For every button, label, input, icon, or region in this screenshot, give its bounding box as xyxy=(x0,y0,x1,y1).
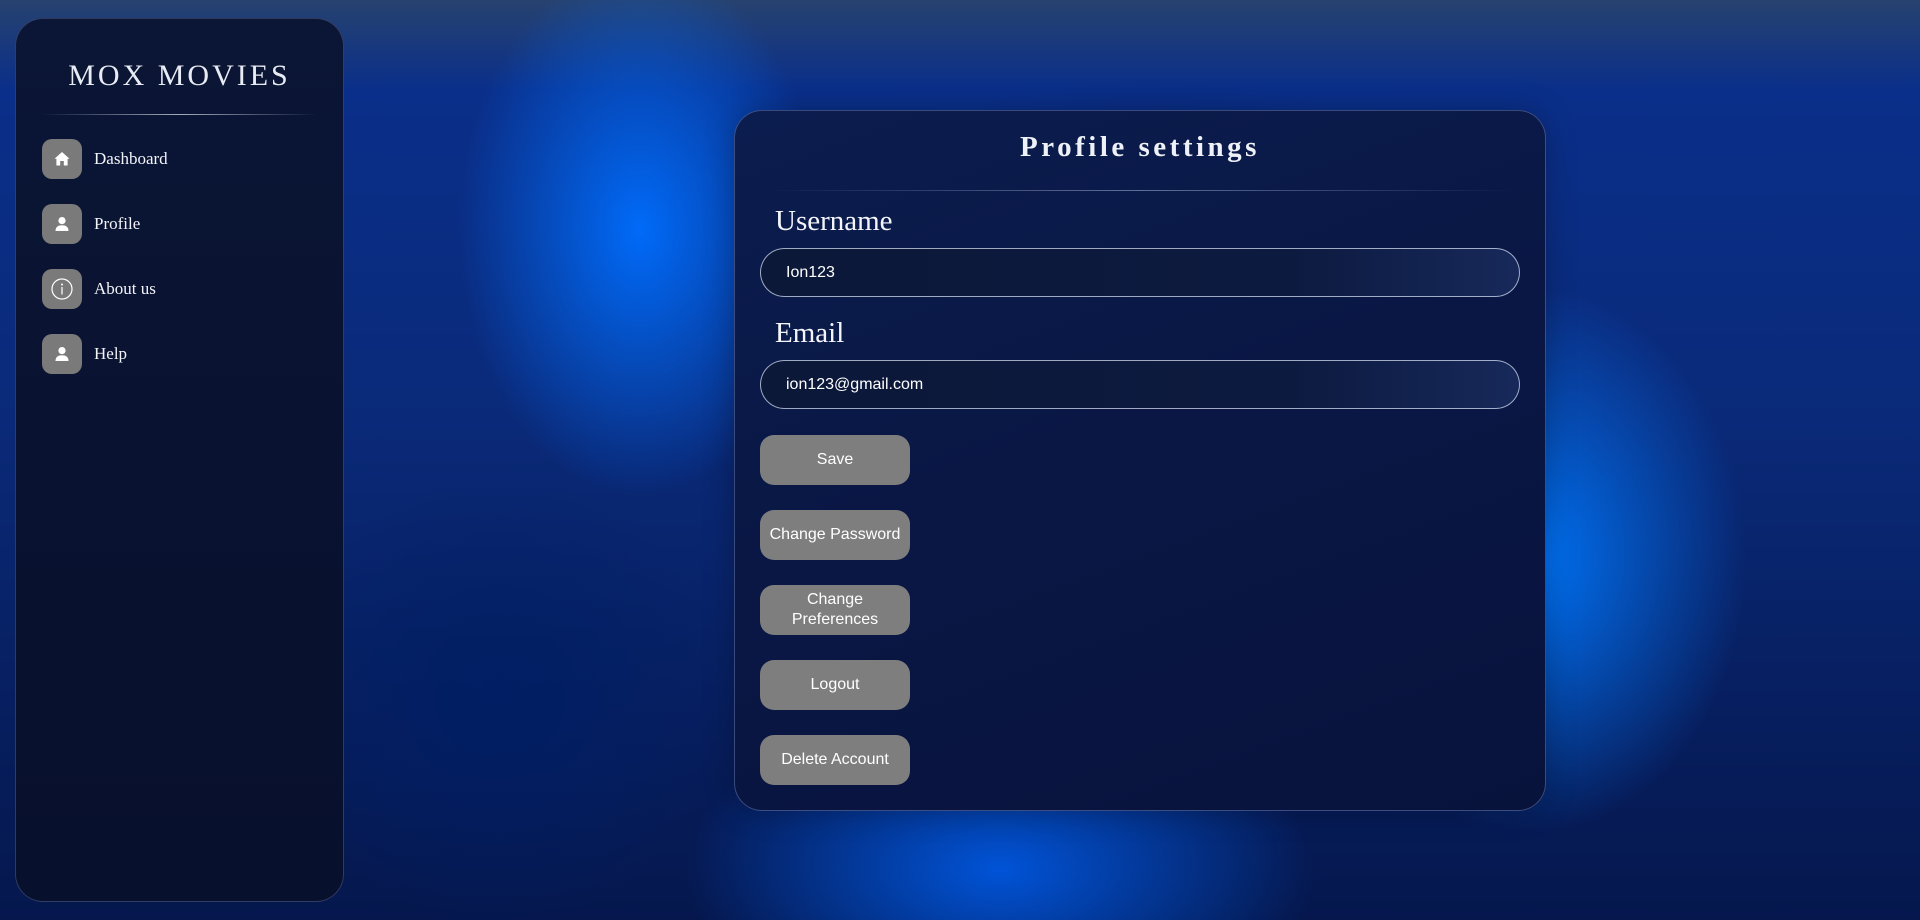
brand-title: MOX MOVIES xyxy=(68,59,291,92)
email-field[interactable] xyxy=(760,360,1520,409)
sidebar-item-label: Profile xyxy=(94,213,141,233)
sidebar: MOX MOVIES Dashboard Profile About us He… xyxy=(15,18,344,902)
sidebar-item-label: About us xyxy=(94,278,156,298)
username-label: Username xyxy=(775,205,893,237)
username-field[interactable] xyxy=(760,248,1520,297)
change-password-button[interactable]: Change Password xyxy=(760,510,910,560)
email-label: Email xyxy=(775,317,845,349)
delete-account-button[interactable]: Delete Account xyxy=(760,735,910,785)
logout-button[interactable]: Logout xyxy=(760,660,910,710)
sidebar-item-label: Dashboard xyxy=(94,148,168,168)
sidebar-item-dashboard[interactable]: Dashboard xyxy=(42,138,322,179)
info-icon xyxy=(42,268,82,309)
sidebar-item-profile[interactable]: Profile xyxy=(42,203,322,244)
sidebar-nav: Dashboard Profile About us Help xyxy=(42,138,322,398)
user-icon xyxy=(42,203,82,244)
change-preferences-button[interactable]: Change Preferences xyxy=(760,585,910,635)
brand-divider xyxy=(42,114,317,115)
save-button[interactable]: Save xyxy=(760,435,910,485)
home-icon xyxy=(42,138,82,179)
page-title: Profile settings xyxy=(1020,131,1260,163)
user-icon xyxy=(42,333,82,374)
title-divider xyxy=(765,190,1515,191)
sidebar-item-about-us[interactable]: About us xyxy=(42,268,322,309)
sidebar-item-label: Help xyxy=(94,343,128,363)
sidebar-item-help[interactable]: Help xyxy=(42,333,322,374)
profile-settings-panel: Profile settings Username Email Save Cha… xyxy=(734,110,1546,811)
